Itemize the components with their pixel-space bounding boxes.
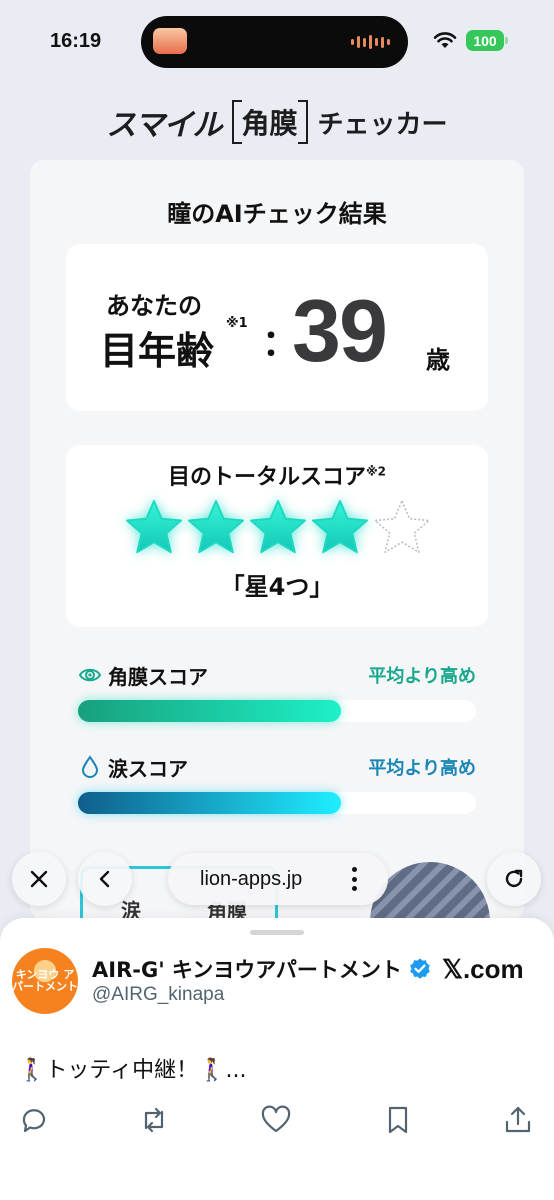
url-bar[interactable]: lion-apps.jp: [168, 853, 388, 905]
drop-icon: [81, 755, 99, 778]
tear-score-badge: 平均より高め: [368, 758, 476, 779]
eye-age-value: 39: [292, 281, 388, 380]
eye-age-unit: 歳: [426, 346, 450, 374]
eye-age-prefix: あなたの: [106, 292, 202, 320]
cornea-score-meter: 角膜スコア 平均より高め: [78, 660, 476, 722]
close-button[interactable]: [12, 852, 66, 906]
result-card: 瞳のAIチェック結果 あなたの 目年齢 ※1 ： 39 歳 目のトータルスコア※…: [30, 160, 524, 920]
chevron-left-icon: [99, 870, 110, 888]
total-score-footnote: ※2: [366, 464, 387, 479]
battery-indicator: 100: [466, 30, 508, 51]
like-icon[interactable]: [260, 1104, 292, 1136]
sheet-grabber[interactable]: [250, 930, 304, 935]
logo-text-smile: スマイル: [106, 108, 222, 143]
star-filled-icon: [186, 497, 246, 557]
total-score-panel: 目のトータルスコア※2 「星4つ」: [66, 445, 488, 627]
cornea-score-badge: 平均より高め: [368, 666, 476, 687]
tear-score-label: 涙スコア: [108, 756, 188, 781]
eye-age-panel: あなたの 目年齢 ※1 ： 39 歳: [66, 244, 488, 411]
url-text: lion-apps.jp: [200, 867, 303, 890]
reply-icon[interactable]: [18, 1104, 50, 1136]
logo-text-checker: チェッカー: [317, 109, 448, 140]
post-actions: [0, 1104, 554, 1140]
wifi-icon: [433, 32, 457, 48]
result-title: 瞳のAIチェック結果: [167, 200, 387, 228]
account-handle[interactable]: @AIRG_kinapa: [92, 984, 224, 1006]
eye-age-label: 目年齢: [100, 329, 215, 373]
star-empty-icon: [372, 497, 432, 557]
bookmark-icon[interactable]: [382, 1104, 414, 1136]
star-filled-icon: [248, 497, 308, 557]
more-options-icon[interactable]: [352, 867, 358, 891]
audio-wave-icon: [351, 34, 390, 50]
cornea-score-track: [78, 700, 476, 722]
close-icon: [30, 870, 48, 888]
total-score-result: 「星4つ」: [220, 573, 334, 601]
eye-age-footnote: ※1: [226, 316, 248, 331]
total-score-title: 目のトータルスコア※2: [66, 459, 488, 491]
account-name-row[interactable]: AIR-G' キンヨウアパートメント: [92, 954, 432, 984]
now-playing-app-icon: [153, 28, 187, 54]
star-filled-icon: [124, 497, 184, 557]
back-button[interactable]: [78, 852, 132, 906]
status-bar: 16:19 100: [0, 0, 554, 84]
app-logo: スマイル 角膜 チェッカー: [0, 100, 554, 144]
account-name: AIR-G' キンヨウアパートメント: [92, 958, 402, 982]
cornea-score-fill: [78, 700, 341, 722]
tear-score-fill: [78, 792, 341, 814]
total-score-title-text: 目のトータルスコア: [167, 465, 366, 490]
tear-score-track: [78, 792, 476, 814]
logo-text-cornea: 角膜: [231, 100, 308, 144]
avatar[interactable]: キンヨウ アパートメント: [12, 948, 78, 1014]
dynamic-island[interactable]: [141, 16, 408, 68]
repost-icon[interactable]: [138, 1104, 170, 1136]
star-filled-icon: [310, 497, 370, 557]
tear-score-meter: 涙スコア 平均より高め: [78, 752, 476, 814]
reload-button[interactable]: [487, 852, 541, 906]
site-label: 𝕏.com: [442, 954, 524, 984]
star-rating: [124, 497, 432, 557]
reload-icon: [505, 869, 523, 888]
avatar-text: キンヨウ アパートメント: [12, 967, 78, 993]
verified-badge-icon: [410, 958, 430, 979]
post-sheet: キンヨウ アパートメント AIR-G' キンヨウアパートメント @AIRG_ki…: [0, 918, 554, 1200]
status-time: 16:19: [50, 30, 102, 52]
eye-icon: [78, 668, 102, 682]
post-text[interactable]: 🚶‍♀️トッティ中継！🚶‍♀️...: [18, 1052, 246, 1084]
share-icon[interactable]: [502, 1104, 534, 1136]
cornea-score-label: 角膜スコア: [108, 664, 208, 689]
